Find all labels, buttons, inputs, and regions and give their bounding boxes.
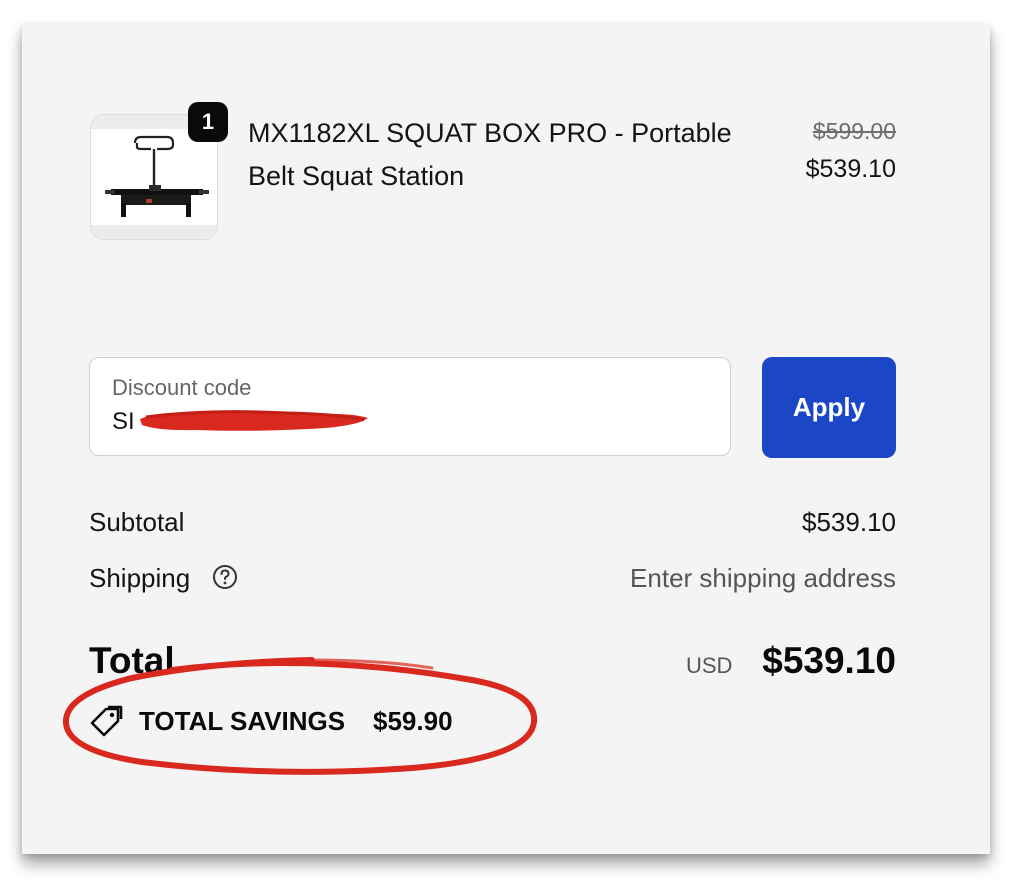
total-savings-amount: $59.90: [373, 706, 453, 736]
total-currency: USD: [686, 653, 733, 678]
total-savings-label: TOTAL SAVINGS: [139, 706, 346, 736]
discount-code-label: Discount code: [112, 375, 252, 400]
sale-price: $539.10: [805, 155, 896, 183]
subtotal-label: Subtotal: [89, 507, 185, 537]
price-tag-icon: [90, 705, 123, 737]
shipping-value: Enter shipping address: [630, 563, 896, 593]
original-price: $599.00: [812, 118, 896, 144]
shipping-label: Shipping: [89, 563, 191, 593]
quantity-badge: 1: [188, 102, 228, 142]
total-amount: $539.10: [762, 640, 896, 681]
total-label: Total: [89, 640, 175, 681]
question-circle-icon[interactable]: [212, 564, 238, 590]
subtotal-value: $539.10: [802, 507, 896, 537]
product-name: MX1182XL SQUAT BOX PRO - Portable Belt S…: [248, 118, 732, 191]
discount-code-field[interactable]: Discount code: [89, 357, 731, 456]
apply-discount-button[interactable]: Apply: [762, 357, 896, 458]
redaction-scribble: [140, 410, 368, 431]
